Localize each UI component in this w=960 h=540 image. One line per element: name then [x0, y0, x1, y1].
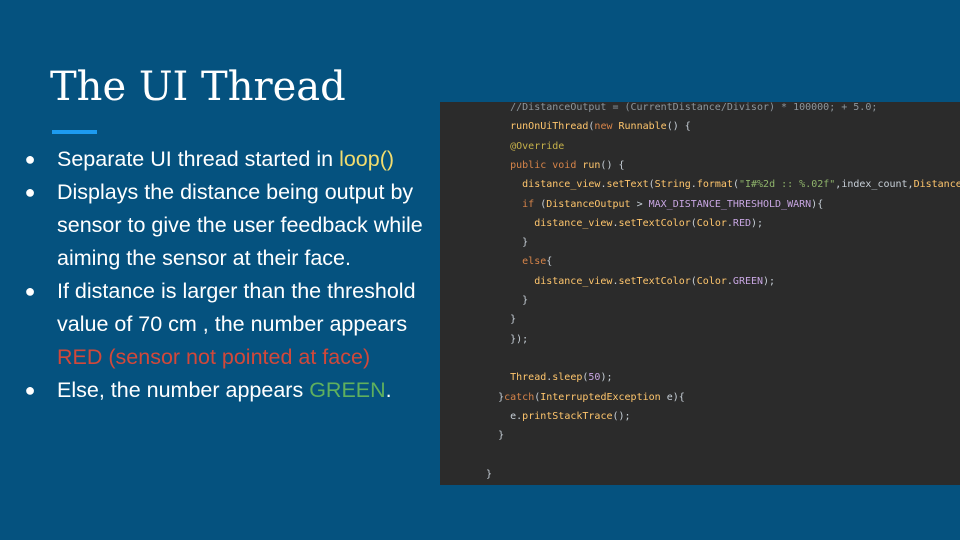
bullet-text-segment: Displays the distance being output by se… [57, 180, 423, 270]
code-token: RED [732, 217, 751, 229]
code-line: } [498, 426, 504, 445]
bullet-dot-icon: ● [24, 380, 36, 400]
code-token: setTextColor [618, 217, 691, 229]
code-line: Thread.sleep(50); [510, 368, 612, 387]
code-token: Runnable [618, 121, 667, 133]
code-token: { [546, 256, 553, 268]
code-token: } [498, 430, 505, 442]
code-line: if (DistanceOutput > MAX_DISTANCE_THRESH… [522, 195, 823, 214]
title-underline [52, 130, 97, 134]
code-token: }); [510, 333, 529, 345]
code-token: setTextColor [618, 275, 691, 287]
code-line: distance_view.setTextColor(Color.GREEN); [534, 272, 775, 291]
code-token: 50 [588, 372, 601, 384]
code-token: run [582, 159, 601, 171]
code-token: () { [666, 121, 691, 133]
code-token: MAX_DISTANCE_THRESHOLD_WARN [648, 198, 812, 210]
code-line: public void run() { [510, 156, 624, 175]
code-token: } [486, 468, 493, 480]
code-token: ); [750, 217, 764, 229]
bullet-dot-icon: ● [24, 182, 36, 202]
code-token: GREEN [732, 275, 764, 287]
bullet-item: ● If distance is larger than the threshol… [20, 275, 440, 374]
code-token: } [522, 295, 529, 306]
code-token: else [522, 256, 547, 268]
bullet-text-segment: If distance is larger than the threshold… [57, 279, 416, 336]
code-token: ){ [811, 198, 824, 210]
bullet-text-segment: Separate UI thread started in [57, 147, 340, 171]
code-token: public void [510, 159, 583, 171]
slide-title: The UI Thread [50, 64, 346, 110]
code-token: DistanceOutput [913, 179, 960, 191]
code-line: distance_view.setText(String.format("I#%… [522, 175, 960, 194]
code-line: distance_view.setTextColor(Color.RED); [534, 214, 763, 233]
bullet-text-green-highlight: GREEN [309, 378, 386, 402]
code-line: runOnUiThread(new Runnable() { [510, 117, 691, 136]
code-token: DistanceOutput [546, 198, 631, 210]
bullet-text-yellow-highlight: loop() [339, 147, 395, 171]
code-token: > [630, 198, 649, 210]
bullet-item: ● Displays the distance being output by s… [20, 176, 440, 275]
code-token: @Override [510, 140, 565, 152]
code-token: catch [504, 391, 535, 403]
code-token: "I#%2d :: %.02f" [738, 179, 836, 191]
code-line: }catch(InterruptedException e){ [498, 388, 685, 407]
code-token: sleep [552, 372, 583, 384]
code-token: () { [600, 159, 625, 171]
code-token: printStackTrace [522, 410, 613, 422]
code-token: ,index_count, [835, 179, 914, 191]
code-token: distance_view [534, 217, 613, 229]
code-token: Color [696, 275, 727, 287]
code-token: setText [606, 179, 649, 191]
bullet-text-red-highlight: RED (sensor not pointed at face) [57, 345, 371, 369]
bullet-item: ● Separate UI thread started in loop() [20, 143, 440, 176]
code-line: } [486, 465, 492, 484]
code-token: Thread [510, 372, 547, 384]
code-line: } [510, 310, 516, 329]
bullet-dot-icon: ● [24, 281, 36, 301]
code-line: e.printStackTrace(); [510, 407, 630, 426]
bullet-dot-icon: ● [24, 149, 36, 169]
code-token: } [522, 237, 529, 249]
code-token: Color [696, 217, 727, 229]
code-line: }); [510, 330, 528, 349]
code-screenshot-panel: //DistanceOutput = (CurrentDistance/Divi… [440, 102, 960, 485]
code-token: InterruptedException [540, 391, 661, 403]
code-token: runOnUiThread [510, 121, 589, 133]
code-token: e){ [660, 391, 685, 403]
code-token: distance_view [522, 179, 601, 191]
code-token: distance_view [534, 275, 613, 287]
code-line: } [522, 291, 528, 310]
code-line: @Override [510, 137, 564, 156]
bullet-text-segment: Else, the number appears [57, 378, 310, 402]
bullet-list: ● Separate UI thread started in loop() ● Di… [20, 143, 440, 407]
code-token: format [696, 179, 733, 191]
code-token: ); [763, 275, 776, 287]
code-token: ); [600, 372, 613, 384]
code-token: new [594, 121, 619, 133]
bullet-item: ● Else, the number appears GREEN. [20, 374, 440, 407]
code-token: String [654, 179, 691, 191]
code-line: //DistanceOutput = (CurrentDistance/Divi… [510, 102, 877, 117]
code-line: } [522, 233, 528, 252]
code-token: //DistanceOutput = (CurrentDistance/Divi… [510, 102, 878, 113]
code-line: else{ [522, 252, 552, 271]
code-token: if [522, 198, 541, 210]
code-token: } [510, 314, 517, 326]
code-token: (); [612, 410, 631, 422]
bullet-text-segment: . [385, 378, 392, 402]
